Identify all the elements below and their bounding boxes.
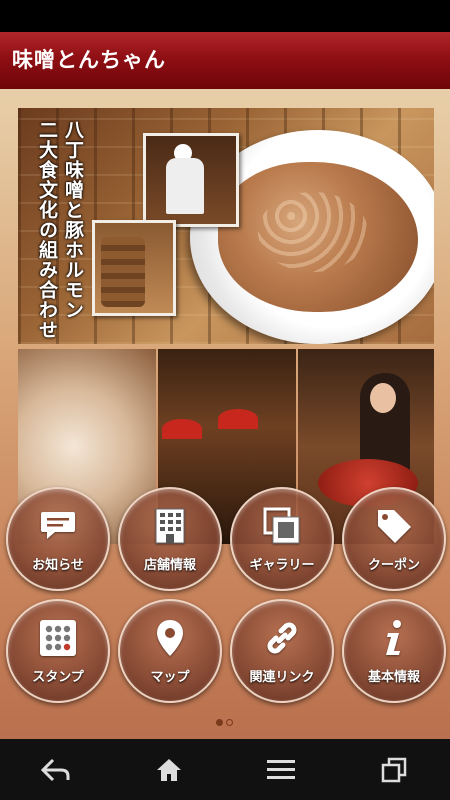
- menu-button-gallery[interactable]: ギャラリー: [230, 487, 334, 591]
- menu-label: 店舗情報: [143, 558, 196, 573]
- menu-grid: お知らせ 店舗情報 ギャラリー クーポン スタンプ マップ 関連リンク 基本情報: [0, 487, 450, 717]
- menu-button-notice[interactable]: お知らせ: [6, 487, 110, 591]
- banner-caption-line1: 八丁味噌と豚ホルモン: [62, 120, 84, 320]
- menu-label: 関連リンク: [249, 670, 315, 685]
- menu-button-basic-info[interactable]: 基本情報: [342, 599, 446, 703]
- coupon-tag-icon: [344, 505, 444, 547]
- menu-button-links[interactable]: 関連リンク: [230, 599, 334, 703]
- hero-banner[interactable]: 八丁味噌と豚ホルモン 二大食文化の組み合わせ: [18, 108, 434, 344]
- menu-label: ギャラリー: [249, 558, 315, 573]
- main-content: 八丁味噌と豚ホルモン 二大食文化の組み合わせ お知らせ 店舗情報 ギャラリー ク…: [0, 89, 450, 739]
- menu-button-coupon[interactable]: クーポン: [342, 487, 446, 591]
- menu-label: 基本情報: [367, 670, 420, 685]
- menu-icon: [267, 759, 296, 779]
- status-bar: [0, 0, 450, 32]
- app-title: 味噌とんちゃん: [12, 48, 166, 72]
- title-bar: 味噌とんちゃん: [0, 32, 450, 89]
- link-chain-icon: [232, 617, 332, 659]
- menu-label: お知らせ: [32, 558, 84, 573]
- menu-label: マップ: [150, 670, 190, 685]
- building-icon: [120, 505, 220, 547]
- map-pin-icon: [120, 617, 220, 659]
- home-button[interactable]: [139, 745, 199, 795]
- chef-photo: [143, 133, 239, 227]
- back-icon: [41, 758, 70, 781]
- gallery-icon: [232, 505, 332, 547]
- home-icon: [156, 758, 181, 781]
- page-dot-1[interactable]: [216, 719, 223, 726]
- menu-label: クーポン: [367, 558, 420, 573]
- menu-button-store-info[interactable]: 店舗情報: [118, 487, 222, 591]
- recent-apps-icon: [381, 757, 406, 782]
- page-dot-2[interactable]: [226, 719, 233, 726]
- page-indicator: [216, 719, 233, 726]
- menu-button-stamp[interactable]: スタンプ: [6, 599, 110, 703]
- navigation-bar: [0, 739, 450, 800]
- recent-apps-button[interactable]: [364, 745, 424, 795]
- menu-button[interactable]: [251, 745, 311, 795]
- menu-button-map[interactable]: マップ: [118, 599, 222, 703]
- stamp-grid-icon: [8, 617, 108, 659]
- back-button[interactable]: [26, 745, 86, 795]
- chat-bubble-icon: [8, 505, 108, 547]
- barrel-photo: [92, 220, 176, 316]
- info-icon: [344, 617, 444, 659]
- banner-caption-line2: 二大食文化の組み合わせ: [36, 120, 58, 340]
- menu-label: スタンプ: [32, 670, 84, 685]
